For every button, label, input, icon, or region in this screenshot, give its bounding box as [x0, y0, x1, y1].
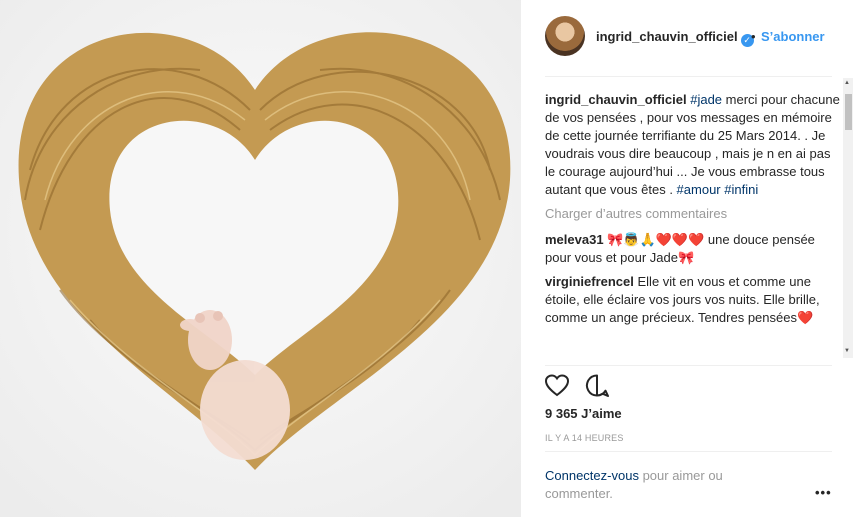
- header-username[interactable]: ingrid_chauvin_officiel ✓: [596, 29, 754, 47]
- caption: ingrid_chauvin_officiel #jade merci pour…: [545, 91, 841, 199]
- divider: [545, 76, 832, 77]
- login-prompt: Connectez-vous pour aimer ou commenter.: [545, 468, 723, 501]
- separator-dot: •: [751, 29, 756, 44]
- wicker-heart-wreath-image: [0, 0, 521, 517]
- scroll-up-arrow-icon[interactable]: ▲: [844, 80, 850, 86]
- likes-count[interactable]: 9 365 J’aime: [545, 406, 622, 421]
- comment-username[interactable]: virginiefrencel: [545, 274, 634, 289]
- comment-item: virginiefrencel Elle vit en vous et comm…: [545, 273, 841, 327]
- divider: [545, 451, 832, 452]
- follow-button[interactable]: S’abonner: [761, 29, 825, 44]
- login-link[interactable]: Connectez-vous: [545, 468, 639, 483]
- post-timestamp[interactable]: IL Y A 14 HEURES: [545, 433, 624, 443]
- post-photo[interactable]: [0, 0, 521, 517]
- comment-icon[interactable]: [583, 372, 611, 400]
- divider: [545, 365, 832, 366]
- heart-icon[interactable]: [543, 372, 571, 400]
- avatar[interactable]: [545, 16, 585, 56]
- comment-item: meleva31 🎀👼🙏❤️❤️❤️ une douce pensée pour…: [545, 231, 841, 267]
- scroll-down-arrow-icon[interactable]: ▼: [844, 348, 850, 354]
- more-options-icon[interactable]: •••: [815, 485, 832, 500]
- hashtag-link[interactable]: #jade: [690, 92, 722, 107]
- hashtag-link[interactable]: #amour: [677, 182, 721, 197]
- comments-list[interactable]: ingrid_chauvin_officiel #jade merci pour…: [545, 91, 841, 359]
- post-sidebar: ingrid_chauvin_officiel ✓ • S’abonner ing…: [529, 0, 853, 517]
- scrollbar-thumb[interactable]: [845, 94, 852, 130]
- hashtag-link[interactable]: #infini: [724, 182, 758, 197]
- load-more-comments[interactable]: Charger d’autres commentaires: [545, 205, 841, 223]
- comment-username[interactable]: meleva31: [545, 232, 604, 247]
- caption-username[interactable]: ingrid_chauvin_officiel: [545, 92, 687, 107]
